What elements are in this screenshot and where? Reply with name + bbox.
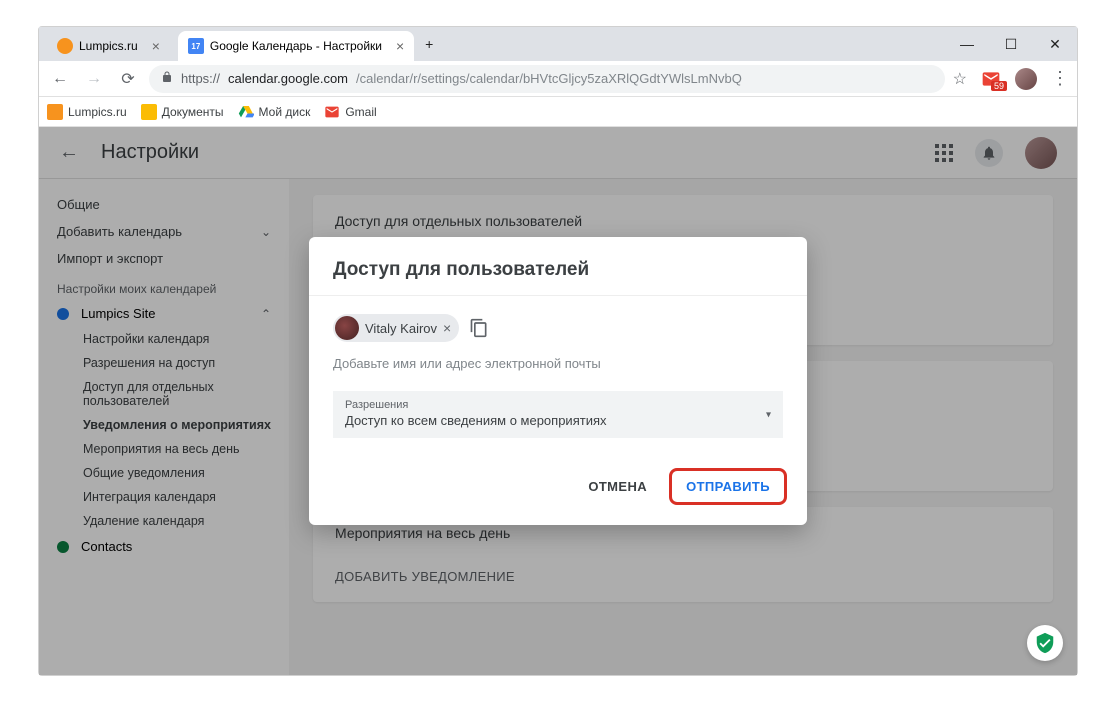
- gmail-extension-icon[interactable]: 59: [981, 69, 1001, 89]
- bookmark-icon: [141, 104, 157, 120]
- share-dialog: Доступ для пользователей Vitaly Kairov ×…: [309, 237, 807, 525]
- tab-google-calendar[interactable]: 17 Google Календарь - Настройки ×: [178, 31, 414, 61]
- bookmarks-bar: Lumpics.ru Документы Мой диск Gmail: [39, 97, 1077, 127]
- lock-icon: [161, 71, 173, 86]
- bookmark-label: Gmail: [345, 105, 376, 119]
- user-chip[interactable]: Vitaly Kairov ×: [333, 314, 459, 342]
- dialog-actions: ОТМЕНА ОТПРАВИТЬ: [309, 450, 807, 525]
- maximize-button[interactable]: ☐: [989, 27, 1033, 61]
- address-bar-right: ☆ 59 ⋮: [953, 68, 1069, 90]
- url-path: /calendar/r/settings/calendar/bHVtcGljcy…: [356, 71, 742, 86]
- browser-window: Lumpics.ru × 17 Google Календарь - Настр…: [38, 26, 1078, 676]
- bookmark-icon: [324, 104, 340, 120]
- reload-button[interactable]: ⟳: [115, 66, 141, 92]
- remove-chip-icon[interactable]: ×: [443, 320, 451, 336]
- bookmark-star-icon[interactable]: ☆: [953, 69, 967, 89]
- dialog-title: Доступ для пользователей: [309, 237, 807, 296]
- window-controls: — ☐ ✕: [945, 27, 1077, 61]
- permissions-select[interactable]: Разрешения Доступ ко всем сведениям о ме…: [333, 391, 783, 438]
- url-input[interactable]: https:// calendar.google.com/calendar/r/s…: [149, 65, 945, 93]
- permissions-value: Доступ ко всем сведениям о мероприятиях: [345, 413, 771, 428]
- url-domain: calendar.google.com: [228, 71, 348, 86]
- forward-button[interactable]: →: [81, 66, 107, 92]
- bookmark-drive[interactable]: Мой диск: [238, 104, 311, 120]
- gmail-badge: 59: [991, 81, 1007, 91]
- caret-down-icon: ▾: [766, 409, 771, 420]
- shield-icon[interactable]: [1027, 625, 1063, 661]
- bookmark-label: Документы: [162, 105, 224, 119]
- tab-label: Google Календарь - Настройки: [210, 39, 382, 53]
- chip-label: Vitaly Kairov: [365, 321, 437, 336]
- bookmark-icon: [238, 104, 254, 120]
- bookmark-docs[interactable]: Документы: [141, 104, 224, 120]
- tab-label: Lumpics.ru: [79, 39, 138, 53]
- copy-icon[interactable]: [469, 318, 489, 338]
- tab-lumpics[interactable]: Lumpics.ru ×: [47, 31, 170, 61]
- favicon-gcal: 17: [188, 38, 204, 54]
- minimize-button[interactable]: —: [945, 27, 989, 61]
- titlebar: Lumpics.ru × 17 Google Календарь - Настр…: [39, 27, 1077, 61]
- url-protocol: https://: [181, 71, 220, 86]
- avatar: [335, 316, 359, 340]
- cancel-button[interactable]: ОТМЕНА: [574, 468, 661, 505]
- permissions-label: Разрешения: [345, 399, 771, 411]
- profile-extension-icon[interactable]: [1015, 68, 1037, 90]
- bookmark-label: Мой диск: [259, 105, 311, 119]
- address-bar: ← → ⟳ https:// calendar.google.com/calend…: [39, 61, 1077, 97]
- dialog-body: Vitaly Kairov × Добавьте имя или адрес э…: [309, 296, 807, 450]
- bookmark-lumpics[interactable]: Lumpics.ru: [47, 104, 127, 120]
- chrome-menu-icon[interactable]: ⋮: [1051, 68, 1069, 89]
- bookmark-gmail[interactable]: Gmail: [324, 104, 376, 120]
- send-button[interactable]: ОТПРАВИТЬ: [669, 468, 787, 505]
- new-tab-button[interactable]: +: [414, 27, 444, 61]
- bookmark-icon: [47, 104, 63, 120]
- chip-row: Vitaly Kairov ×: [333, 314, 783, 342]
- back-button[interactable]: ←: [47, 66, 73, 92]
- modal-overlay[interactable]: Доступ для пользователей Vitaly Kairov ×…: [39, 127, 1077, 675]
- email-input-hint[interactable]: Добавьте имя или адрес электронной почты: [333, 356, 783, 371]
- close-button[interactable]: ✕: [1033, 27, 1077, 61]
- app-content: ← Настройки Общие Добавить календарь⌄ Им…: [39, 127, 1077, 675]
- close-icon[interactable]: ×: [396, 38, 404, 54]
- bookmark-label: Lumpics.ru: [68, 105, 127, 119]
- favicon-lumpics: [57, 38, 73, 54]
- close-icon[interactable]: ×: [152, 38, 160, 54]
